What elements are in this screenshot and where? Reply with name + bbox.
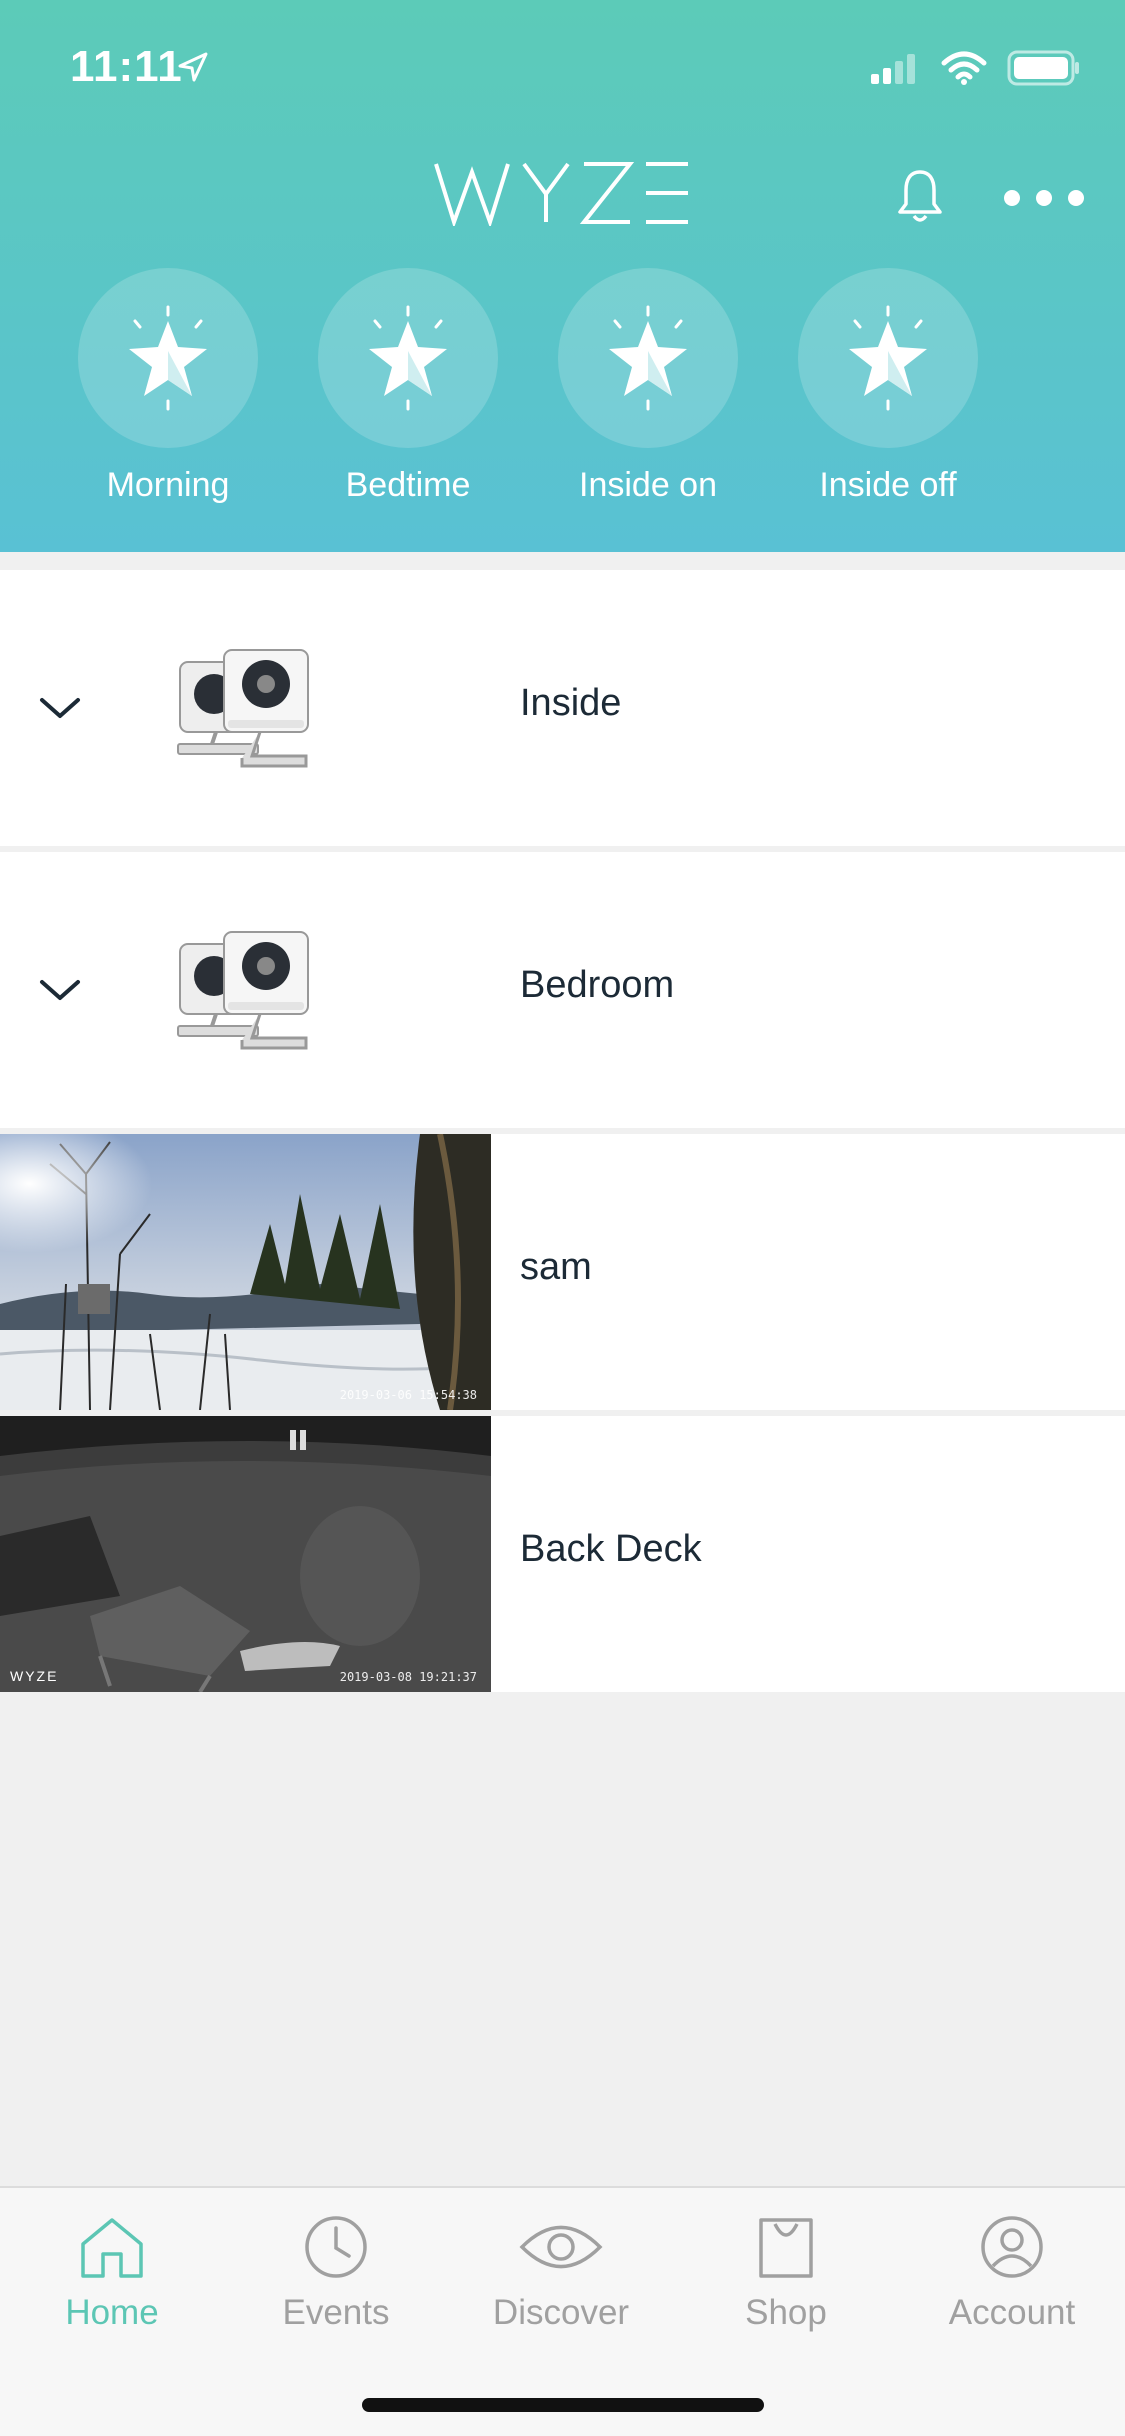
shortcut-label: Morning — [106, 466, 230, 504]
chevron-down-icon[interactable] — [38, 976, 82, 1004]
star-icon — [849, 305, 927, 411]
wyze-watermark: WYZE — [10, 1668, 59, 1684]
tab-shop[interactable]: Shop — [686, 2214, 886, 2333]
tab-events[interactable]: Events — [236, 2214, 436, 2333]
shortcut-label: Inside off — [819, 466, 957, 504]
shopping-bag-icon — [759, 2218, 813, 2278]
snow-scene-image — [0, 1134, 491, 1410]
tab-discover[interactable]: Discover — [461, 2214, 661, 2333]
eye-icon — [519, 2225, 603, 2269]
camera-timestamp: 2019-03-08 19:21:37 — [339, 1670, 477, 1684]
camera-timestamp: 2019-03-06 15:54:38 — [339, 1388, 477, 1402]
camera-sam[interactable]: 2019-03-06 15:54:38 sam — [0, 1134, 1125, 1410]
shortcut-label: Bedtime — [345, 466, 471, 504]
star-icon — [369, 305, 447, 411]
battery-icon — [1007, 50, 1079, 86]
status-time: 11:11 — [70, 42, 183, 91]
shortcut-bar: Morning Bedtime Inside on Inside off — [0, 268, 1125, 508]
account-icon — [981, 2216, 1043, 2278]
device-group-bedroom[interactable]: Bedroom — [0, 852, 1125, 1128]
device-name: Bedroom — [520, 964, 675, 1006]
wifi-icon — [941, 51, 987, 85]
more-options-button[interactable] — [1004, 190, 1084, 206]
camera-group-icon — [177, 931, 309, 1050]
location-arrow-icon — [178, 52, 208, 82]
tab-home[interactable]: Home — [12, 2214, 212, 2333]
tab-account[interactable]: Account — [912, 2214, 1112, 2333]
device-name: Inside — [520, 682, 622, 724]
wyze-logo — [434, 162, 688, 226]
shortcut-inside-off[interactable]: Inside off — [788, 268, 988, 505]
camera-thumbnail[interactable]: 2019-03-06 15:54:38 — [0, 1134, 491, 1410]
device-name: Back Deck — [520, 1528, 702, 1570]
home-indicator[interactable] — [362, 2398, 764, 2412]
home-icon — [81, 2218, 143, 2278]
star-icon — [609, 305, 687, 411]
device-group-inside[interactable]: Inside — [0, 570, 1125, 846]
shortcut-bedtime[interactable]: Bedtime — [308, 268, 508, 505]
camera-back-deck[interactable]: WYZE 2019-03-08 19:21:37 Back Deck — [0, 1416, 1125, 1692]
tab-label: Account — [948, 2293, 1076, 2332]
bell-icon[interactable] — [896, 168, 944, 224]
camera-group-icon — [177, 649, 309, 768]
chevron-down-icon[interactable] — [38, 694, 82, 722]
shortcut-label: Inside on — [579, 466, 717, 504]
tab-label: Discover — [492, 2293, 630, 2332]
tab-label: Shop — [745, 2293, 827, 2332]
clock-icon — [305, 2216, 367, 2278]
header: 11:11 Morning Bedtime Inside on Inside o… — [0, 0, 1125, 552]
signal-icon — [871, 54, 915, 84]
night-deck-image — [0, 1416, 491, 1692]
tab-label: Home — [65, 2293, 159, 2332]
tab-label: Events — [282, 2293, 390, 2332]
star-icon — [129, 305, 207, 411]
camera-thumbnail[interactable]: WYZE 2019-03-08 19:21:37 — [0, 1416, 491, 1692]
shortcut-morning[interactable]: Morning — [68, 268, 268, 505]
status-indicators — [869, 50, 1081, 86]
device-name: sam — [520, 1246, 592, 1288]
shortcut-inside-on[interactable]: Inside on — [548, 268, 748, 505]
